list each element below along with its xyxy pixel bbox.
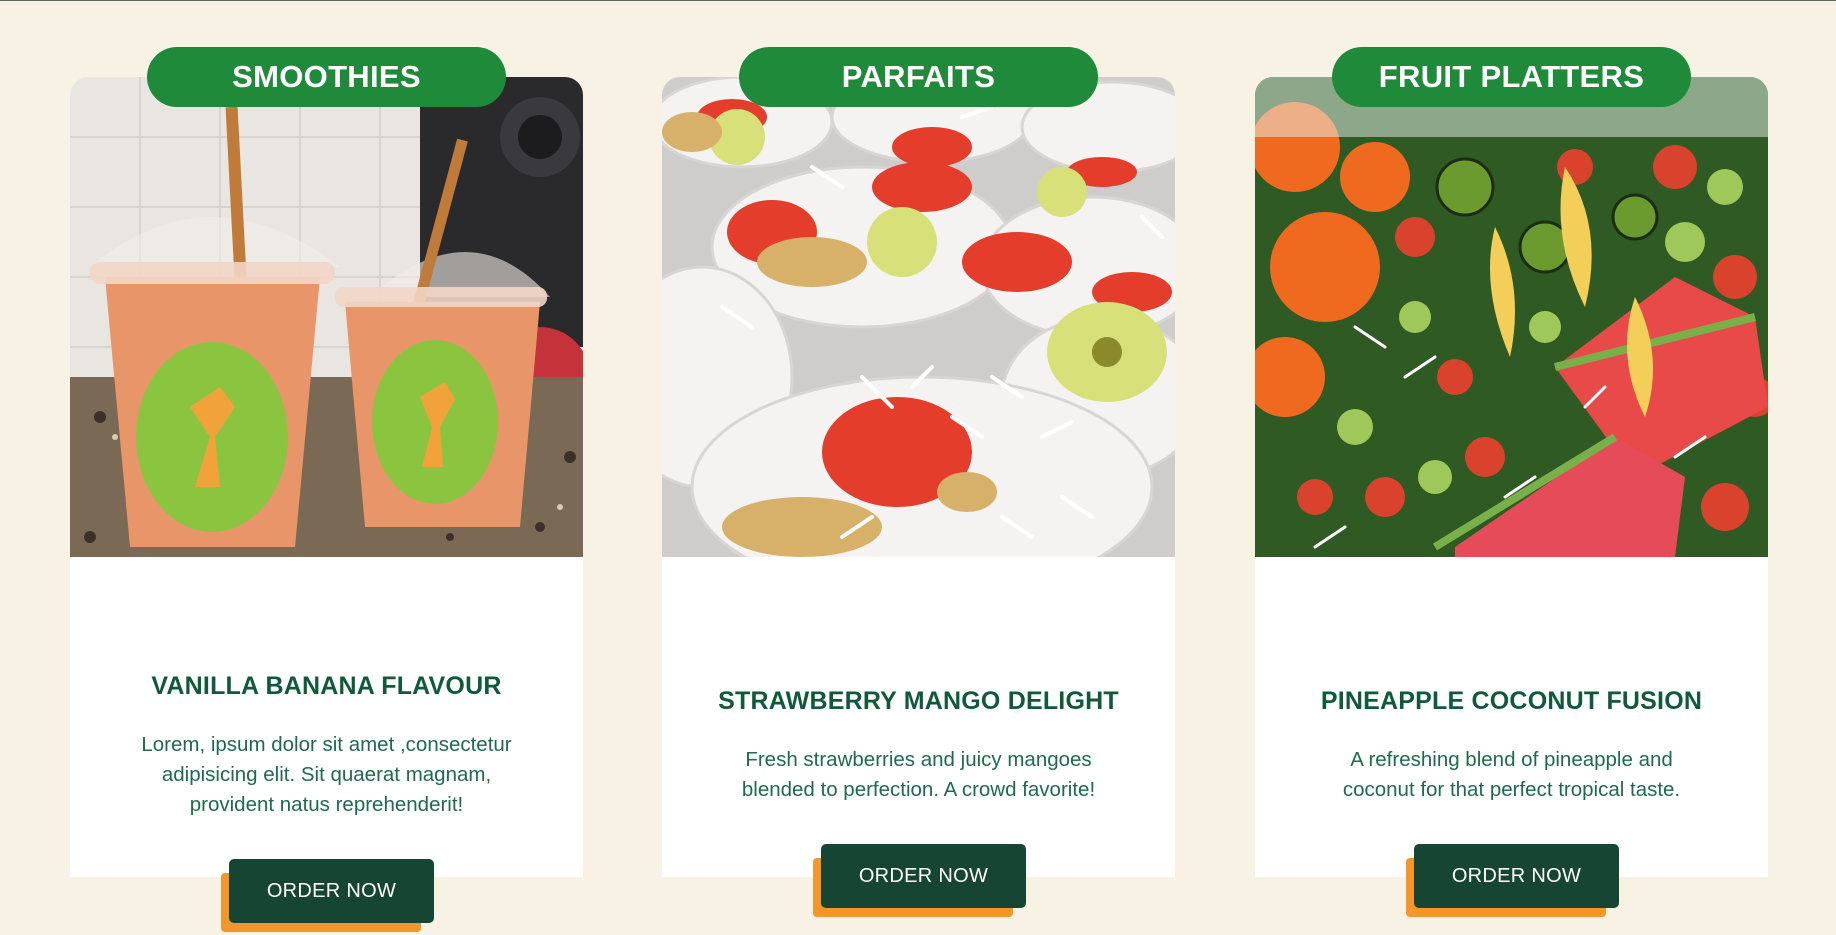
product-description: Lorem, ipsum dolor sit amet ,consectetur… bbox=[141, 733, 512, 816]
smoothie-cups-image bbox=[70, 77, 583, 557]
card-body: VANILLA BANANA FLAVOUR Lorem, ipsum dolo… bbox=[70, 557, 583, 932]
parfait-cups-image bbox=[662, 77, 1175, 557]
card-body: PINEAPPLE COCONUT FUSION A refreshing bl… bbox=[1255, 557, 1768, 917]
product-card-parfaits: PARFAITS STRAWBERRY MANGO DELIGHT Fresh … bbox=[662, 47, 1175, 917]
fruit-platter-image bbox=[1255, 77, 1768, 557]
product-cards: SMOOTHIES VANILLA BANANA FLAVOUR Lorem, … bbox=[0, 0, 1836, 935]
product-card-fruit-platters: FRUIT PLATTERS PINEAPPLE COCONUT FUSION … bbox=[1255, 47, 1768, 917]
order-now-button[interactable]: ORDER NOW bbox=[1414, 844, 1619, 908]
order-now-button[interactable]: ORDER NOW bbox=[821, 844, 1026, 908]
fruit-platters-photo bbox=[1255, 77, 1768, 557]
product-description: Fresh strawberries and juicy mangoes ble… bbox=[741, 748, 1096, 801]
product-description: A refreshing blend of pineapple and coco… bbox=[1342, 748, 1681, 801]
product-card-smoothies: SMOOTHIES VANILLA BANANA FLAVOUR Lorem, … bbox=[70, 47, 583, 932]
order-now-button-wrap: ORDER NOW bbox=[221, 859, 436, 933]
card-body: STRAWBERRY MANGO DELIGHT Fresh strawberr… bbox=[662, 557, 1175, 917]
category-badge-parfaits: PARFAITS bbox=[739, 47, 1098, 107]
category-badge-smoothies: SMOOTHIES bbox=[147, 47, 506, 107]
product-title: VANILLA BANANA FLAVOUR bbox=[151, 672, 502, 700]
parfaits-photo bbox=[662, 77, 1175, 557]
product-title: PINEAPPLE COCONUT FUSION bbox=[1320, 687, 1703, 715]
product-title: STRAWBERRY MANGO DELIGHT bbox=[718, 687, 1119, 715]
category-badge-fruit-platters: FRUIT PLATTERS bbox=[1332, 47, 1691, 107]
order-now-button-wrap: ORDER NOW bbox=[813, 844, 1028, 918]
order-now-button-wrap: ORDER NOW bbox=[1406, 844, 1621, 918]
order-now-button[interactable]: ORDER NOW bbox=[229, 859, 434, 923]
smoothies-photo bbox=[70, 77, 583, 557]
